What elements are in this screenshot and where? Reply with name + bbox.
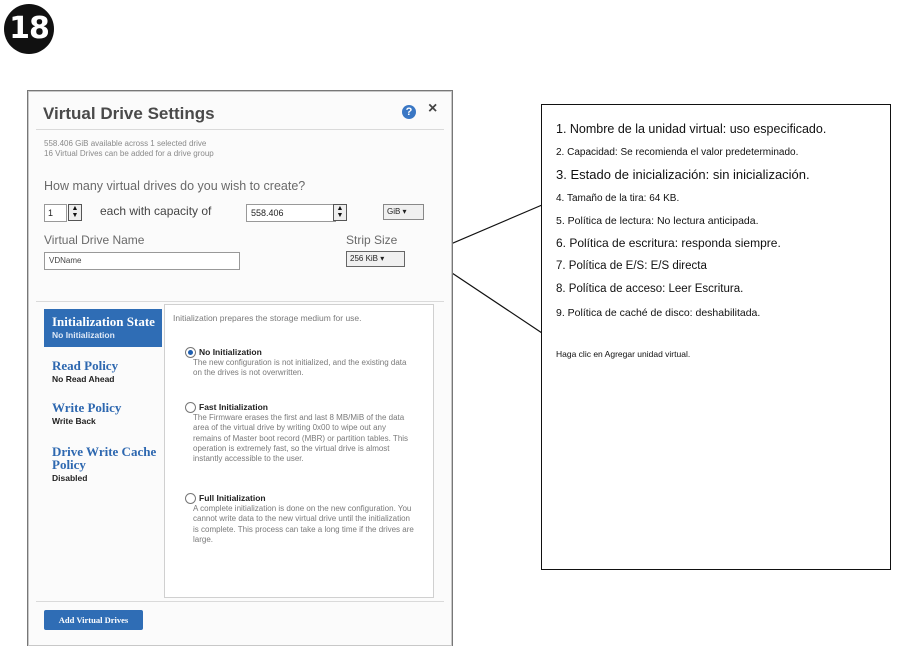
drive-count-stepper[interactable]: ▲ ▼ bbox=[68, 204, 82, 221]
vd-name-label: Virtual Drive Name bbox=[44, 233, 145, 247]
nav-initialization-state[interactable]: Initialization State No Initialization bbox=[44, 309, 162, 347]
callout-step-8: 8. Política de acceso: Leer Escritura. bbox=[556, 283, 744, 295]
title-divider bbox=[36, 129, 444, 130]
nav-write-policy[interactable]: Write Policy Write Back bbox=[44, 401, 170, 426]
option-description: The Firmware erases the first and last 8… bbox=[193, 413, 409, 464]
close-icon[interactable]: × bbox=[428, 100, 437, 118]
nav-value: Disabled bbox=[52, 473, 88, 483]
nav-drive-write-cache-policy[interactable]: Drive Write Cache Policy Disabled bbox=[44, 445, 164, 483]
initialization-intro: Initialization prepares the storage medi… bbox=[173, 313, 362, 323]
callout-step-9: 9. Política de caché de disco: deshabili… bbox=[556, 307, 761, 319]
nav-read-policy[interactable]: Read Policy No Read Ahead bbox=[44, 359, 170, 384]
add-virtual-drives-button[interactable]: Add Virtual Drives bbox=[44, 610, 143, 630]
nav-value: No Initialization bbox=[52, 330, 115, 340]
virtual-drive-settings-dialog: Virtual Drive Settings ? × 558.406 GiB a… bbox=[27, 90, 453, 646]
option-title: Full Initialization bbox=[199, 493, 266, 503]
nav-title: Initialization State bbox=[52, 314, 155, 329]
capacity-input[interactable]: 558.406 bbox=[246, 204, 336, 222]
fast-initialization-radio[interactable] bbox=[185, 402, 196, 413]
callout-step-2: 2. Capacidad: Se recomienda el valor pre… bbox=[556, 147, 799, 158]
callout-step-1: 1. Nombre de la unidad virtual: uso espe… bbox=[556, 122, 827, 136]
help-icon[interactable]: ? bbox=[402, 105, 416, 119]
nav-value: No Read Ahead bbox=[52, 374, 115, 384]
initialization-options-panel: Initialization prepares the storage medi… bbox=[164, 304, 434, 598]
no-initialization-radio[interactable] bbox=[185, 347, 196, 358]
callout-footer: Haga clic en Agregar unidad virtual. bbox=[556, 349, 691, 359]
nav-title: Write Policy bbox=[52, 400, 122, 415]
nav-title: Read Policy bbox=[52, 358, 119, 373]
callout-step-5: 5. Política de lectura: No lectura antic… bbox=[556, 215, 759, 227]
option-description: The new configuration is not initialized… bbox=[193, 358, 407, 378]
strip-size-select[interactable]: 256 KiB ▾ bbox=[346, 251, 405, 267]
option-description: A complete initialization is done on the… bbox=[193, 504, 414, 544]
capacity-unit-select[interactable]: GiB ▾ bbox=[383, 204, 424, 220]
callout-step-4: 4. Tamaño de la tira: 64 KB. bbox=[556, 193, 680, 204]
capacity-stepper[interactable]: ▲ ▼ bbox=[333, 204, 347, 221]
instructions-callout: 1. Nombre de la unidad virtual: uso espe… bbox=[541, 104, 891, 570]
drive-count-info: 16 Virtual Drives can be added for a dri… bbox=[44, 149, 214, 158]
full-initialization-radio[interactable] bbox=[185, 493, 196, 504]
callout-step-7: 7. Política de E/S: E/S directa bbox=[556, 260, 707, 272]
strip-size-label: Strip Size bbox=[346, 233, 398, 247]
section-divider bbox=[36, 301, 444, 302]
callout-step-6: 6. Política de escritura: responda siemp… bbox=[556, 236, 781, 250]
option-title: No Initialization bbox=[199, 347, 262, 357]
callout-step-3: 3. Estado de inicialización: sin inicial… bbox=[556, 167, 810, 182]
footer-divider bbox=[36, 601, 444, 602]
capacity-label: each with capacity of bbox=[100, 204, 212, 218]
nav-value: Write Back bbox=[52, 416, 96, 426]
option-title: Fast Initialization bbox=[199, 402, 268, 412]
drive-count-input[interactable]: 1 bbox=[44, 204, 67, 222]
available-capacity-info: 558.406 GiB available across 1 selected … bbox=[44, 139, 207, 148]
nav-title: Drive Write Cache Policy bbox=[52, 444, 157, 472]
vd-name-input[interactable]: VDName bbox=[44, 252, 240, 270]
drive-count-question: How many virtual drives do you wish to c… bbox=[44, 179, 306, 193]
dialog-title: Virtual Drive Settings bbox=[43, 104, 215, 123]
